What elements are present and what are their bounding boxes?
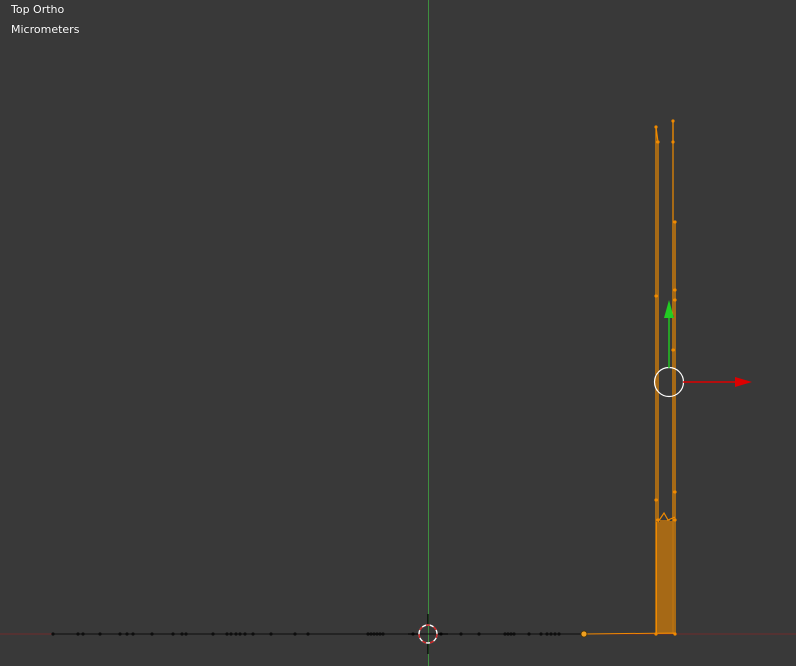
unselected-vertex[interactable]	[509, 632, 513, 636]
unselected-vertex[interactable]	[229, 632, 233, 636]
unselected-vertex[interactable]	[225, 632, 229, 636]
unselected-vertex[interactable]	[118, 632, 122, 636]
unselected-vertex[interactable]	[98, 632, 102, 636]
unselected-vertex[interactable]	[211, 632, 215, 636]
unselected-vertex[interactable]	[477, 632, 481, 636]
gizmo-x-arrow-icon[interactable]	[735, 377, 752, 387]
unselected-vertex[interactable]	[150, 632, 154, 636]
unselected-vertex[interactable]	[506, 632, 510, 636]
unselected-vertex[interactable]	[369, 632, 373, 636]
unselected-vertex[interactable]	[243, 632, 247, 636]
unselected-vertex[interactable]	[51, 632, 55, 636]
unselected-vertex[interactable]	[459, 632, 463, 636]
3d-viewport[interactable]: Top Ortho Micrometers	[0, 0, 796, 666]
unselected-vertex[interactable]	[553, 632, 557, 636]
selected-mesh[interactable]	[583, 119, 677, 636]
unselected-vertex[interactable]	[366, 632, 370, 636]
unselected-vertex[interactable]	[76, 632, 80, 636]
gizmo-center-ring[interactable]	[653, 366, 685, 398]
transform-gizmo-icon[interactable]	[653, 300, 753, 398]
unselected-vertex[interactable]	[503, 632, 507, 636]
unselected-vertex[interactable]	[527, 632, 531, 636]
unselected-vertex[interactable]	[549, 632, 553, 636]
unselected-vertex[interactable]	[269, 632, 273, 636]
unselected-vertex[interactable]	[306, 632, 310, 636]
unselected-vertex[interactable]	[545, 632, 549, 636]
unselected-vertex[interactable]	[234, 632, 238, 636]
unselected-vertex[interactable]	[539, 632, 543, 636]
unselected-vertex[interactable]	[251, 632, 255, 636]
unselected-vertex[interactable]	[375, 632, 379, 636]
unselected-vertex[interactable]	[293, 632, 297, 636]
unselected-vertex[interactable]	[238, 632, 242, 636]
unselected-vertex[interactable]	[125, 632, 129, 636]
unselected-vertex[interactable]	[378, 632, 382, 636]
unselected-vertex[interactable]	[512, 632, 516, 636]
unselected-vertex[interactable]	[81, 632, 85, 636]
unselected-vertex[interactable]	[184, 632, 188, 636]
unselected-vertex[interactable]	[131, 632, 135, 636]
unselected-vertex[interactable]	[180, 632, 184, 636]
unselected-vertex[interactable]	[372, 632, 376, 636]
viewport-canvas[interactable]	[0, 0, 796, 666]
unselected-mesh[interactable]	[51, 632, 584, 636]
unselected-vertex[interactable]	[557, 632, 561, 636]
selected-edge-bundle	[656, 511, 676, 634]
unselected-vertex[interactable]	[171, 632, 175, 636]
unselected-vertex[interactable]	[381, 632, 385, 636]
origin-dot-icon[interactable]	[580, 630, 588, 638]
